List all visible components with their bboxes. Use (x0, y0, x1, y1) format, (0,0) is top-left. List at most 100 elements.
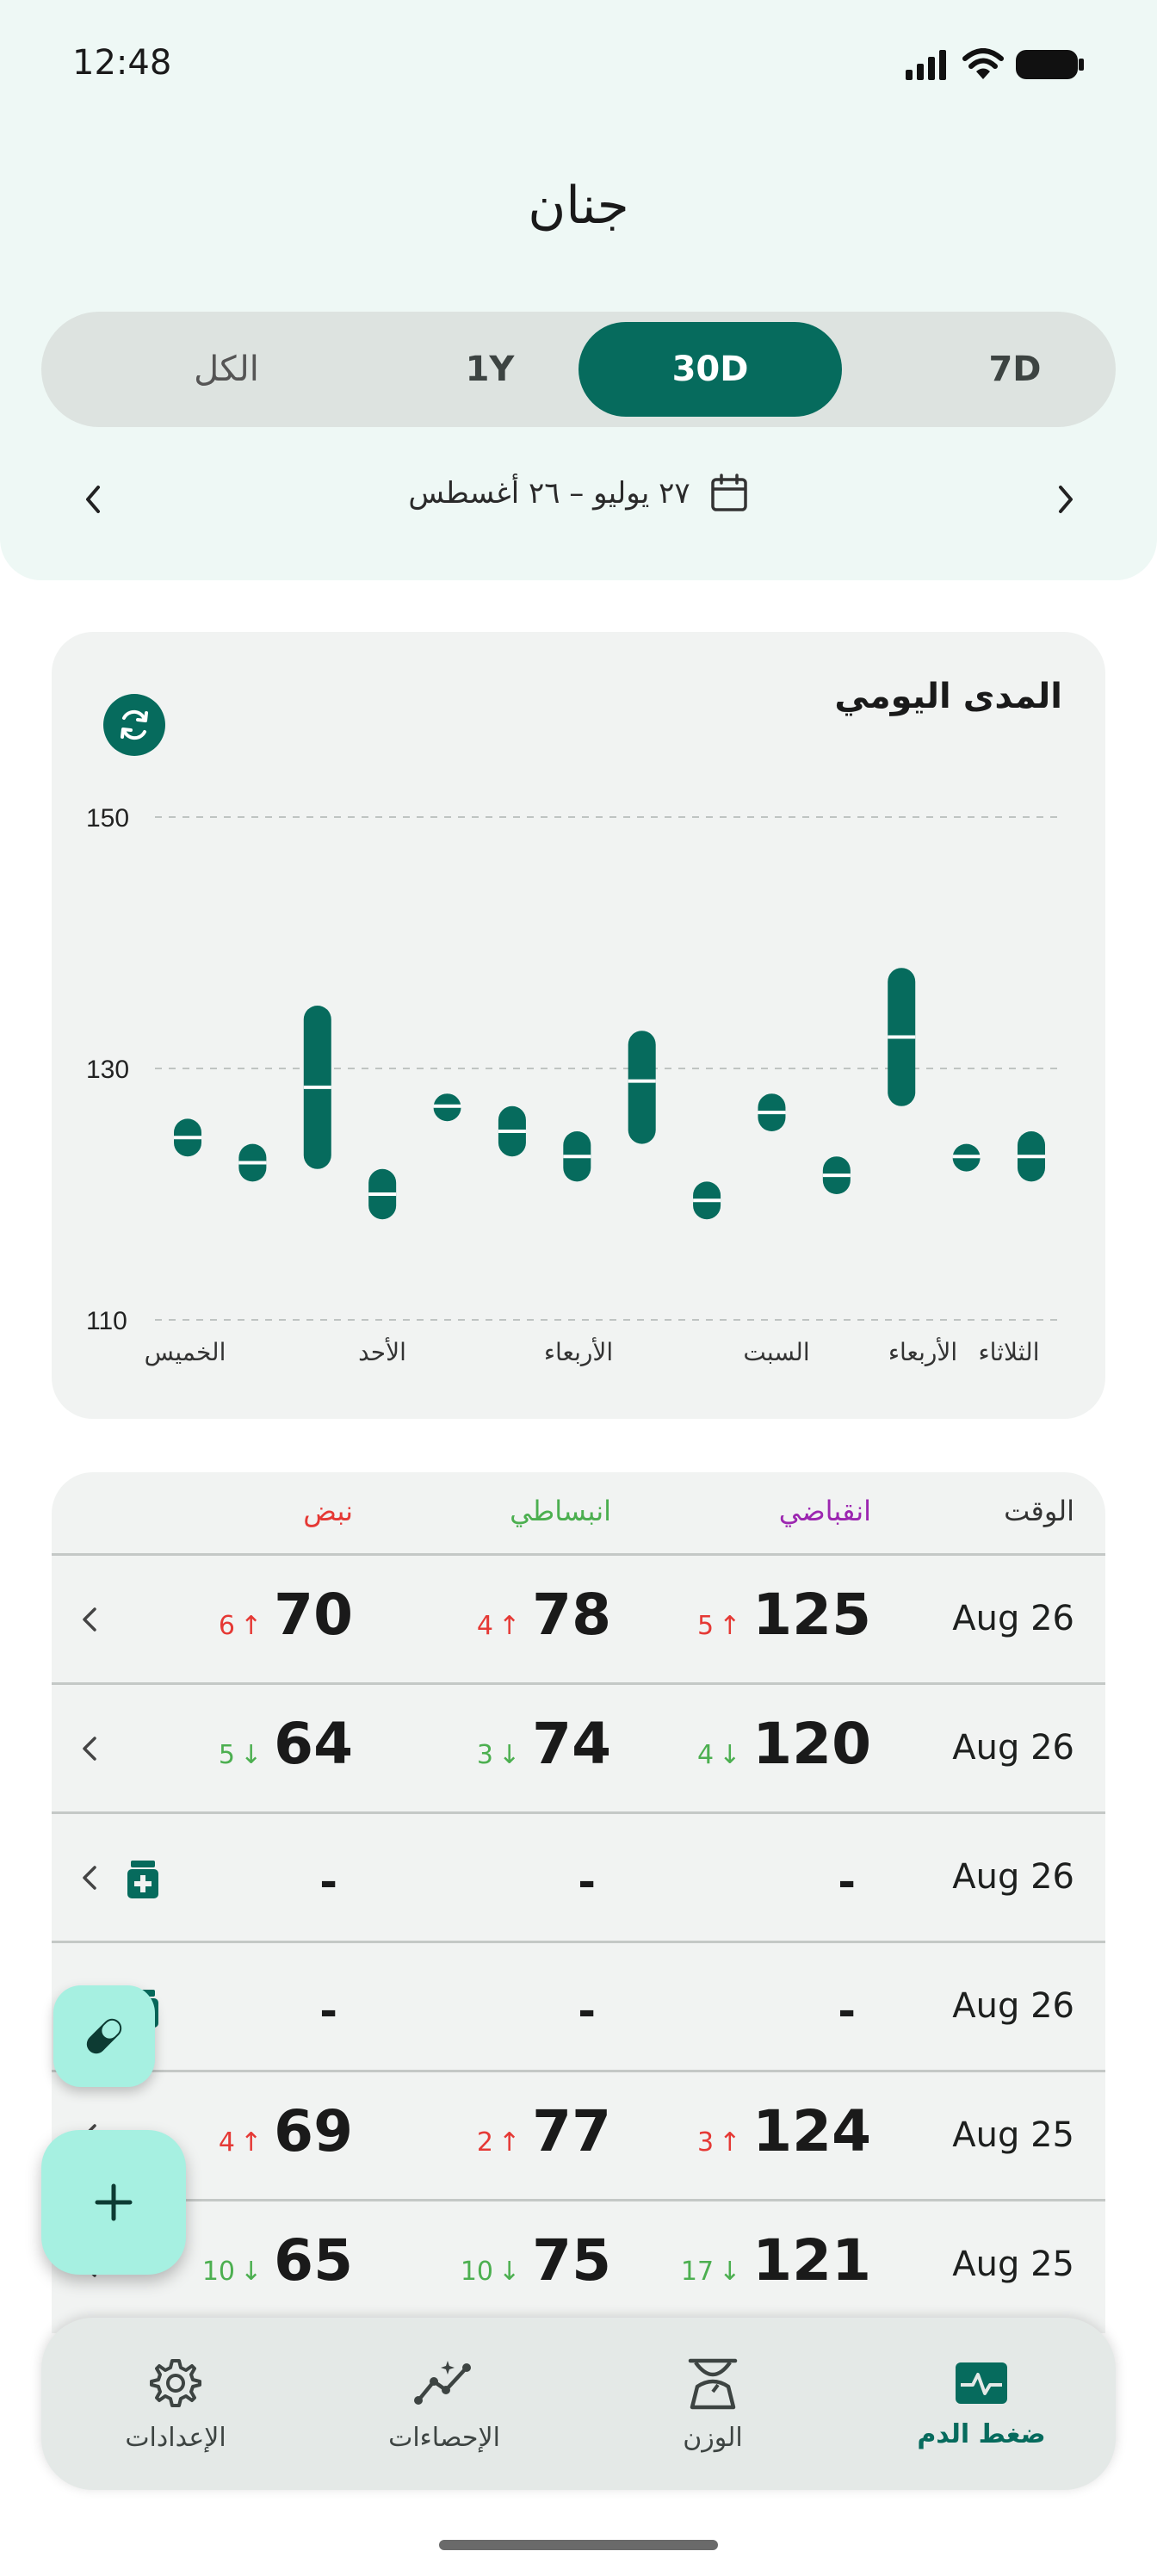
diastolic-change-value: 10 (460, 2257, 493, 2287)
systolic-change: 5 ↑ (697, 1611, 740, 1641)
status-icons (906, 48, 1085, 81)
diastolic-cell: 3 ↓ 74 (477, 1711, 611, 1777)
chevron-right-icon (1059, 486, 1073, 513)
x-tick-label: الثلاثاء (979, 1338, 1040, 1366)
status-time: 12:48 (72, 43, 172, 83)
arrow-up-icon: ↑ (498, 2127, 521, 2158)
arrow-down-icon: ↓ (498, 2257, 521, 2287)
pulse-change-value: 6 (218, 1611, 235, 1641)
systolic-value: 121 (752, 2227, 871, 2294)
tab-7d[interactable]: 7D (883, 322, 1147, 417)
pulse-cell: 4 ↑ 69 (219, 2098, 353, 2164)
pulse-change: 4 ↑ (219, 2127, 262, 2158)
bottom-navigation: الإعدادات الإحصاءات الوزن ضغط الدم (41, 2318, 1116, 2490)
daily-range-chart-card: المدى اليومي 150 130 110 الخميس الأحد الأربعا… (52, 632, 1105, 1419)
pulse-change: 5 ↓ (219, 1740, 262, 1770)
row-date: Aug 25 (952, 2245, 1074, 2284)
date-range-picker[interactable]: ٢٧ يوليو – ٢٦ أغسطس (0, 474, 1157, 513)
pulse-value: - (319, 1857, 337, 1907)
pulse-change: 10 ↓ (202, 2257, 262, 2287)
date-range-row: ٢٧ يوليو – ٢٦ أغسطس (0, 465, 1157, 534)
systolic-cell: 17 ↓ 121 (681, 2227, 871, 2294)
diastolic-change-value: 3 (476, 1740, 493, 1770)
diastolic-change: 3 ↓ (477, 1740, 520, 1770)
battery-icon (1016, 50, 1084, 79)
nav-blood-pressure-label: ضغط الدم (917, 2418, 1046, 2449)
systolic-change-value: 3 (696, 2127, 715, 2158)
row-date: Aug 26 (952, 1986, 1074, 2026)
systolic-change: 17 ↓ (681, 2257, 740, 2287)
table-row[interactable]: Aug 26 - - - (52, 1941, 1105, 2070)
home-indicator[interactable] (439, 2540, 718, 2550)
diastolic-value: 77 (532, 2098, 611, 2164)
systolic-value: 125 (752, 1582, 871, 1648)
row-date: Aug 26 (952, 1728, 1074, 1768)
nav-statistics[interactable]: الإحصاءات (310, 2344, 578, 2464)
heart-pulse-icon (956, 2362, 1007, 2404)
range-bar (628, 1031, 656, 1144)
table-row[interactable]: Aug 26 4 ↓ 120 3 ↓ 74 5 ↓ 64 (52, 1682, 1105, 1811)
y-tick-label: 150 (86, 804, 129, 833)
pulse-change-value: 5 (218, 1740, 235, 1770)
systolic-change: 4 ↓ (697, 1740, 740, 1770)
diastolic-change: 4 ↑ (477, 1611, 520, 1641)
nav-weight-label: الوزن (683, 2422, 743, 2453)
x-tick-label: الأربعاء (888, 1336, 957, 1366)
diastolic-cell: 10 ↓ 75 (461, 2227, 611, 2294)
table-row[interactable]: Aug 25 3 ↑ 124 2 ↑ 77 4 ↑ 69 (52, 2070, 1105, 2199)
plus-icon (95, 2183, 133, 2221)
chevron-left-icon (83, 1737, 96, 1761)
arrow-down-icon: ↓ (498, 1740, 521, 1770)
x-tick-label: الخميس (145, 1338, 226, 1366)
tab-all[interactable]: الكل (95, 322, 358, 417)
chevron-left-icon (83, 1866, 96, 1890)
pulse-change: 6 ↑ (219, 1611, 262, 1641)
pill-icon (86, 2018, 122, 2054)
systolic-value: 124 (752, 2098, 871, 2164)
systolic-cell: 3 ↑ 124 (697, 2098, 871, 2164)
add-reading-button[interactable] (41, 2130, 186, 2275)
diastolic-change-value: 4 (476, 1611, 493, 1641)
table-row[interactable]: Aug 26 5 ↑ 125 4 ↑ 78 6 ↑ 70 (52, 1553, 1105, 1682)
pulse-value: - (319, 1986, 337, 2036)
chevron-left-icon (83, 1607, 96, 1632)
diastolic-value: - (578, 1857, 596, 1907)
x-tick-label: السبت (743, 1338, 809, 1366)
systolic-value: - (838, 1857, 856, 1907)
systolic-change-value: 5 (696, 1611, 715, 1641)
calendar-icon (710, 474, 747, 511)
systolic-cell: 5 ↑ 125 (697, 1582, 871, 1648)
nav-blood-pressure[interactable]: ضغط الدم (847, 2344, 1116, 2464)
nav-weight[interactable]: الوزن (578, 2344, 847, 2464)
arrow-up-icon: ↑ (240, 2127, 263, 2158)
tab-30d[interactable]: 30D (578, 322, 842, 417)
diastolic-value: 75 (532, 2227, 611, 2294)
table-row[interactable]: Aug 25 17 ↓ 121 10 ↓ 75 10 ↓ 65 (52, 2199, 1105, 2328)
diastolic-change: 2 ↑ (477, 2127, 520, 2158)
table-row[interactable]: Aug 26 - - - (52, 1811, 1105, 1941)
nav-statistics-label: الإحصاءات (388, 2422, 500, 2453)
readings-table: الوقت انقباضي انبساطي نبض Aug 26 5 ↑ 125 4 ↑ 7… (52, 1472, 1105, 2333)
x-tick-label: الأربعاء (544, 1336, 613, 1366)
row-date: Aug 26 (952, 1857, 1074, 1897)
pulse-value: 65 (274, 2227, 353, 2294)
range-chart-plot: 150 130 110 الخميس الأحد الأربعاء السبت الأربعا… (86, 804, 1057, 1366)
pulse-change-value: 4 (218, 2127, 235, 2158)
systolic-change-value: 4 (696, 1740, 715, 1770)
next-range-button[interactable] (1042, 475, 1090, 523)
medication-icon (127, 1861, 158, 1898)
systolic-cell: 4 ↓ 120 (697, 1711, 871, 1777)
scale-icon (688, 2358, 738, 2409)
diastolic-cell: 4 ↑ 78 (477, 1582, 611, 1648)
diastolic-value: 78 (532, 1582, 611, 1648)
systolic-value: - (838, 1986, 856, 2036)
systolic-value: 120 (752, 1711, 871, 1777)
x-tick-label: الأحد (358, 1336, 406, 1366)
signal-icon (906, 50, 946, 80)
nav-settings[interactable]: الإعدادات (41, 2344, 310, 2464)
pulse-value: 70 (274, 1582, 353, 1648)
diastolic-value: 74 (532, 1711, 611, 1777)
add-medication-button[interactable] (53, 1985, 155, 2087)
arrow-down-icon: ↓ (240, 2257, 263, 2287)
row-date: Aug 25 (952, 2115, 1074, 2155)
